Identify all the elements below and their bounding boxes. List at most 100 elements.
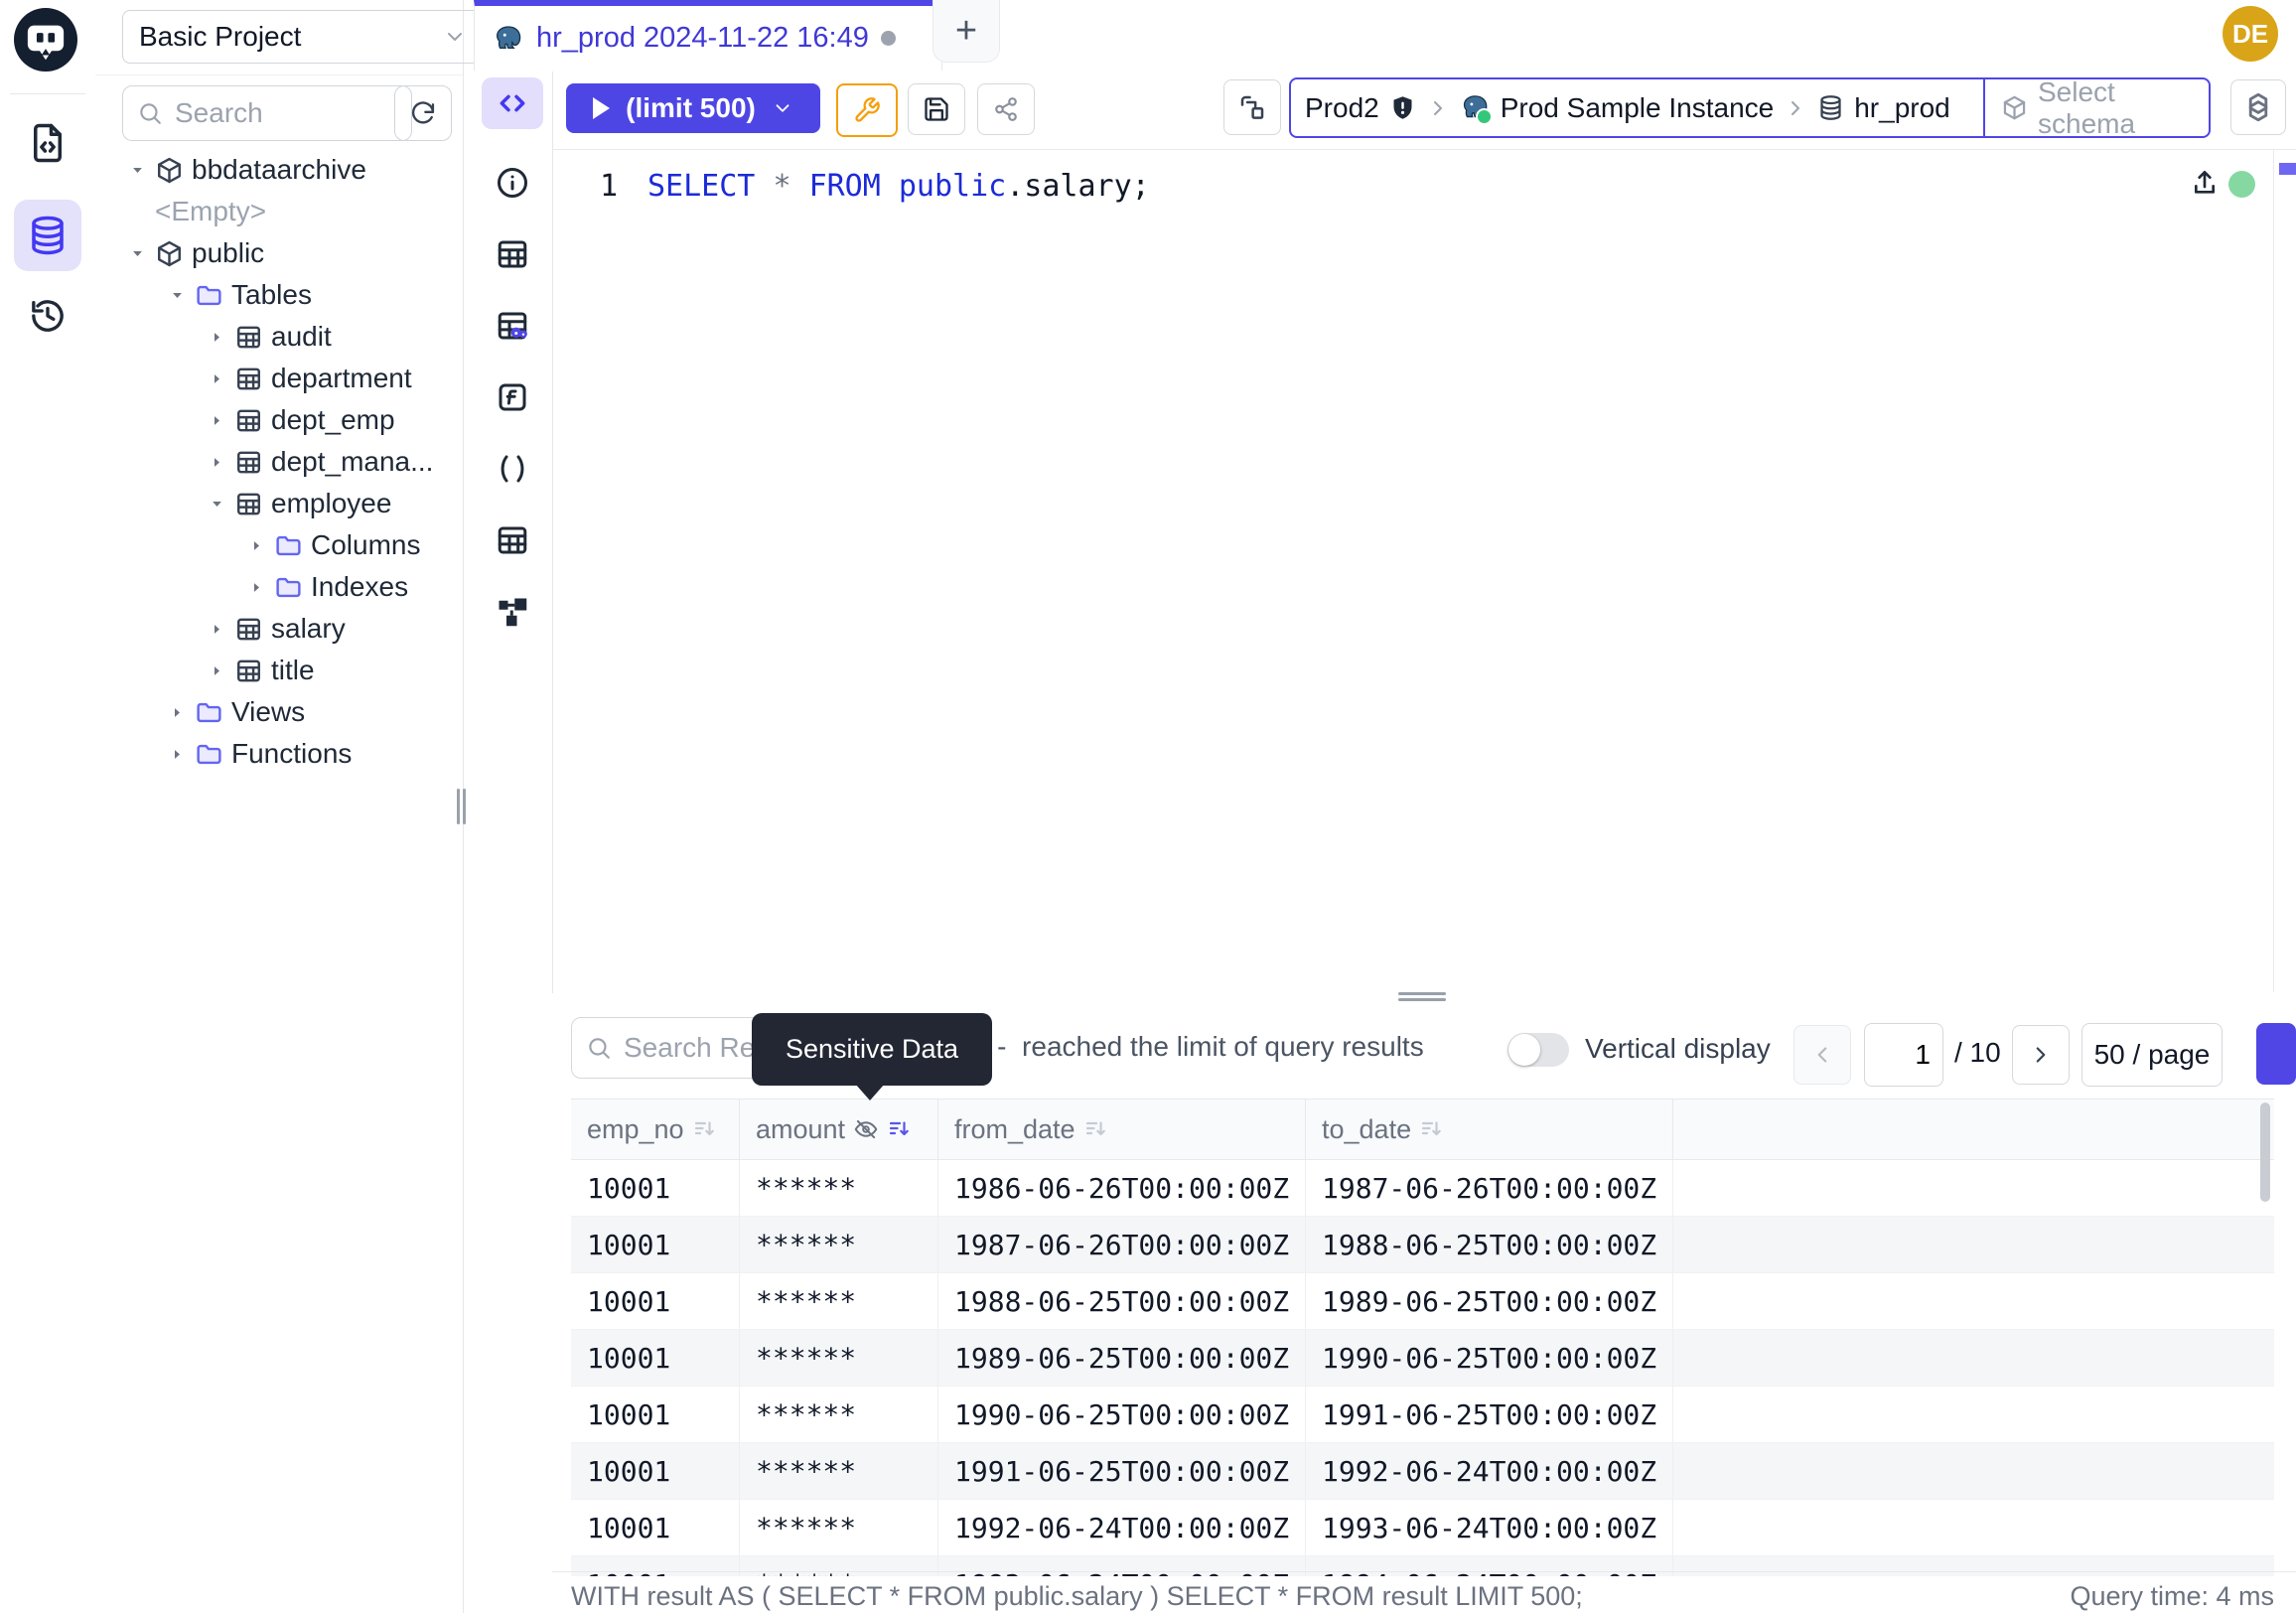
strip-item-external-tables[interactable] xyxy=(495,522,530,558)
bytebase-logo-icon[interactable] xyxy=(14,8,77,72)
share-button[interactable] xyxy=(977,83,1035,135)
next-page-button[interactable] xyxy=(2012,1025,2070,1085)
caret-right-icon[interactable] xyxy=(167,705,187,720)
sort-icon[interactable] xyxy=(1083,1117,1107,1141)
table-row[interactable]: 10001******1992-06-24T00:00:00Z1993-06-2… xyxy=(571,1500,2274,1556)
vertical-display-toggle[interactable] xyxy=(1507,1033,1569,1067)
table-row[interactable]: 10001******1986-06-26T00:00:00Z1987-06-2… xyxy=(571,1160,2274,1217)
format-sql-button[interactable] xyxy=(836,83,898,137)
avatar[interactable]: DE xyxy=(2223,6,2278,62)
panel-resize-handle[interactable] xyxy=(1398,992,1446,995)
prev-page-button[interactable] xyxy=(1794,1025,1851,1085)
caret-right-icon[interactable] xyxy=(207,371,226,386)
tree-item-tables[interactable]: Tables xyxy=(95,274,463,316)
sql-code-line[interactable]: SELECT * FROM public.salary; xyxy=(647,169,1150,204)
tree-item-public[interactable]: public xyxy=(95,232,463,274)
tree-item-salary[interactable]: salary xyxy=(95,608,463,650)
project-selector[interactable]: Basic Project xyxy=(122,10,484,64)
editor-scrollbar[interactable] xyxy=(2273,150,2274,992)
share-icon xyxy=(993,96,1019,122)
tree-item-empty[interactable]: <Empty> xyxy=(95,191,463,232)
caret-right-icon[interactable] xyxy=(207,413,226,428)
openai-icon xyxy=(2241,90,2275,124)
worksheet-tab[interactable]: hr_prod 2024-11-22 16:49 xyxy=(474,0,942,71)
sort-icon[interactable] xyxy=(692,1117,716,1141)
caret-down-icon[interactable] xyxy=(127,246,147,261)
strip-item-procedures[interactable] xyxy=(495,451,530,487)
code-tag-icon xyxy=(497,87,528,119)
tree-item-bbdataarchive[interactable]: bbdataarchive xyxy=(95,149,463,191)
panel-resize-handle[interactable] xyxy=(1398,998,1446,1001)
sidebar-resize-handle[interactable] xyxy=(457,789,460,824)
tree-item-columns[interactable]: Columns xyxy=(95,524,463,566)
table-icon xyxy=(234,615,263,644)
project-selector-value: Basic Project xyxy=(139,21,301,53)
column-header-to-date[interactable]: to_date xyxy=(1306,1100,1673,1159)
parens-icon xyxy=(495,451,530,487)
run-query-button[interactable]: (limit 500) xyxy=(566,83,820,133)
caret-right-icon[interactable] xyxy=(207,622,226,637)
table-row[interactable]: 10001******1990-06-25T00:00:00Z1991-06-2… xyxy=(571,1387,2274,1443)
column-header-emp-no[interactable]: emp_no xyxy=(571,1100,740,1159)
instance-label: Prod Sample Instance xyxy=(1501,92,1775,124)
strip-item-table-list[interactable] xyxy=(495,236,530,272)
breadcrumb[interactable]: Prod2 Prod Sample Instance hr_prod xyxy=(1291,79,1983,136)
table-row[interactable]: 10001******1987-06-26T00:00:00Z1988-06-2… xyxy=(571,1217,2274,1273)
strip-item-sheet-info[interactable] xyxy=(495,165,530,201)
connection-breadcrumb[interactable]: Prod2 Prod Sample Instance hr_prod Selec… xyxy=(1289,77,2211,138)
tree-item-dept-mana[interactable]: dept_mana... xyxy=(95,441,463,483)
sort-icon[interactable] xyxy=(1419,1117,1443,1141)
caret-right-icon[interactable] xyxy=(207,455,226,470)
tree-item-indexes[interactable]: Indexes xyxy=(95,566,463,608)
rail-item-worksheets[interactable] xyxy=(16,111,79,175)
save-button[interactable] xyxy=(908,83,965,135)
sidebar-search[interactable] xyxy=(122,85,412,141)
cube-icon xyxy=(155,156,184,185)
tree-item-title[interactable]: title xyxy=(95,650,463,691)
page-number-input[interactable] xyxy=(1865,1024,1942,1086)
tree-item-department[interactable]: department xyxy=(95,358,463,399)
table-row[interactable]: 10001******1989-06-25T00:00:00Z1990-06-2… xyxy=(571,1330,2274,1387)
tree-item-functions[interactable]: Functions xyxy=(95,733,463,775)
tree-item-views[interactable]: Views xyxy=(95,691,463,733)
upload-icon[interactable] xyxy=(2189,167,2221,199)
column-header-from-date[interactable]: from_date xyxy=(938,1100,1306,1159)
column-header-amount[interactable]: amount xyxy=(740,1100,938,1159)
caret-right-icon[interactable] xyxy=(246,538,266,553)
tree-item-employee[interactable]: employee xyxy=(95,483,463,524)
caret-down-icon[interactable] xyxy=(127,163,147,178)
connection-panel-button[interactable] xyxy=(1223,79,1281,135)
caret-down-icon[interactable] xyxy=(207,497,226,512)
strip-item-schema-diagram[interactable] xyxy=(495,594,530,630)
sort-icon[interactable] xyxy=(887,1117,911,1141)
export-button[interactable] xyxy=(2256,1023,2296,1085)
strip-item-masked-data[interactable] xyxy=(495,308,530,344)
table-cell xyxy=(1673,1387,2274,1442)
strip-item-sql-editor[interactable] xyxy=(482,77,543,129)
page-size-select[interactable]: 50 / page xyxy=(2081,1023,2223,1087)
caret-right-icon[interactable] xyxy=(167,747,187,762)
table-scrollbar-thumb[interactable] xyxy=(2260,1102,2270,1202)
folder-icon xyxy=(274,531,303,560)
caret-right-icon[interactable] xyxy=(246,580,266,595)
table-cell: 1988-06-25T00:00:00Z xyxy=(1306,1217,1673,1272)
sidebar-search-input[interactable] xyxy=(173,96,346,130)
table-row[interactable]: 10001******1988-06-25T00:00:00Z1989-06-2… xyxy=(571,1273,2274,1330)
table-row[interactable]: 10001******1993-06-24T00:00:00Z1994-06-2… xyxy=(571,1556,2274,1576)
caret-right-icon[interactable] xyxy=(207,663,226,678)
strip-item-functions[interactable] xyxy=(495,379,530,415)
refresh-button[interactable] xyxy=(394,85,452,141)
caret-down-icon[interactable] xyxy=(167,288,187,303)
tree-item-audit[interactable]: audit xyxy=(95,316,463,358)
sidebar-resize-handle[interactable] xyxy=(463,789,466,824)
add-tab-button[interactable]: + xyxy=(933,0,1000,63)
caret-right-icon[interactable] xyxy=(207,330,226,345)
tree-item-dept-emp[interactable]: dept_emp xyxy=(95,399,463,441)
ai-assistant-button[interactable] xyxy=(2230,79,2286,135)
eye-off-icon[interactable] xyxy=(853,1116,879,1142)
schema-select[interactable]: Select schema xyxy=(1983,79,2209,136)
environment-label: Prod2 xyxy=(1305,92,1379,124)
rail-item-databases[interactable] xyxy=(14,200,81,271)
table-row[interactable]: 10001******1991-06-25T00:00:00Z1992-06-2… xyxy=(571,1443,2274,1500)
rail-item-history[interactable] xyxy=(16,284,79,348)
